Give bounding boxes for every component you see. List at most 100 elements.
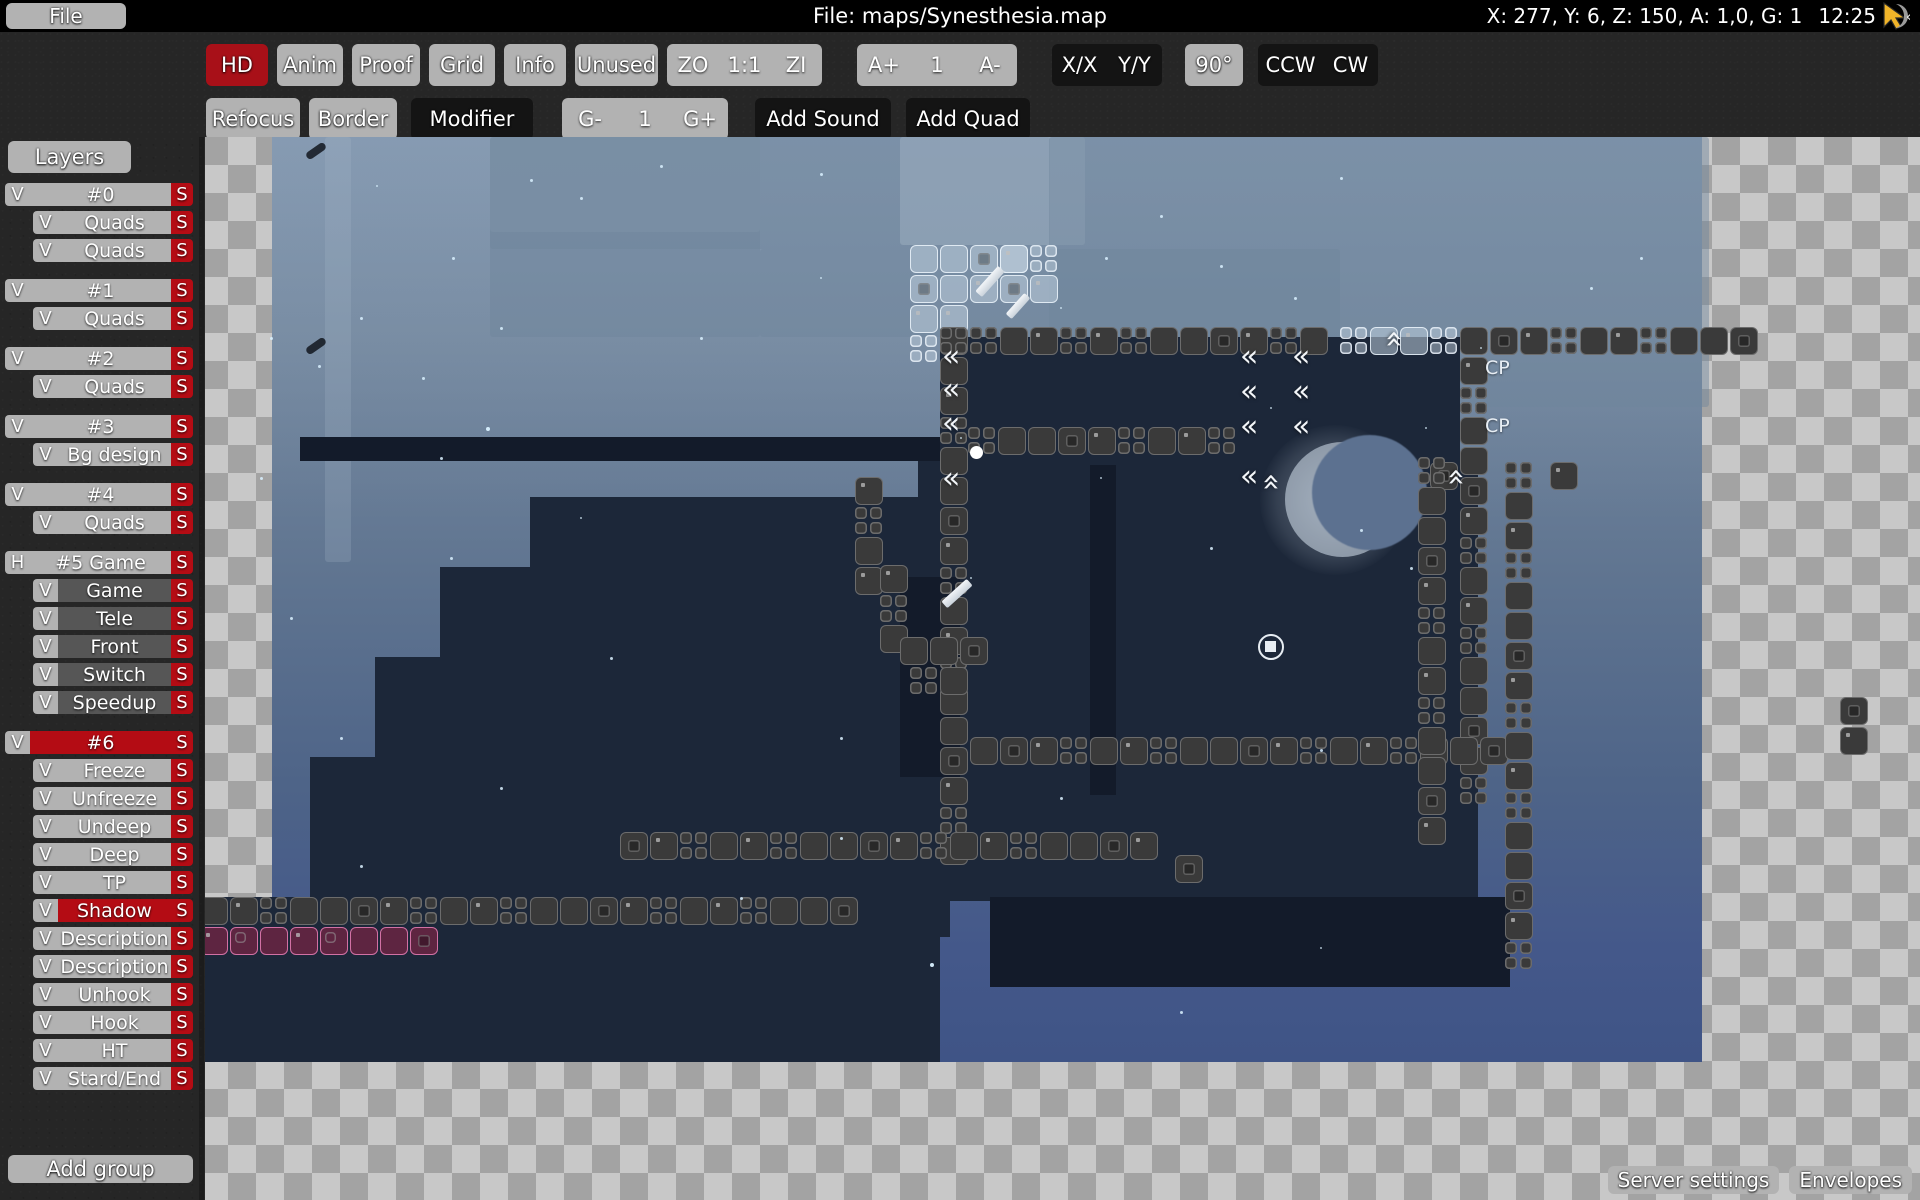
layer-name[interactable]: Speedup [58,691,171,714]
layer-group-row[interactable]: V#2S [0,347,205,370]
grid-toggle-button[interactable]: Grid [429,44,495,86]
layer-name[interactable]: Game [58,579,171,602]
layer-save-toggle[interactable]: S [171,815,193,838]
layer-group-name[interactable]: #0 [30,183,171,206]
visibility-visible-toggle[interactable]: V [33,691,58,714]
layer-name[interactable]: Quads [58,511,171,534]
layer-save-toggle[interactable]: S [171,787,193,810]
layer-name[interactable]: Description [58,927,171,950]
visibility-visible-toggle[interactable]: V [33,443,58,466]
layer-save-toggle[interactable]: S [171,983,193,1006]
add-sound-button[interactable]: Add Sound [755,98,891,140]
layer-name[interactable]: Front [58,635,171,658]
layer-row[interactable]: VQuadsS [0,307,205,330]
layer-name[interactable]: Freeze [58,759,171,782]
visibility-visible-toggle[interactable]: V [33,375,58,398]
grid-increase-button[interactable]: G+ [672,98,728,140]
hd-toggle-button[interactable]: HD [206,44,268,86]
visibility-visible-toggle[interactable]: V [33,787,58,810]
layer-name[interactable]: Unhook [58,983,171,1006]
layer-name[interactable]: Quads [58,375,171,398]
rotation-angle-value[interactable]: 90° [1185,44,1243,86]
border-button[interactable]: Border [309,98,397,140]
layer-save-toggle[interactable]: S [171,511,193,534]
layer-row[interactable]: VHTS [0,1039,205,1062]
layer-name[interactable]: Switch [58,663,171,686]
layer-name[interactable]: Tele [58,607,171,630]
layer-save-toggle[interactable]: S [171,375,193,398]
layer-name[interactable]: Bg design [58,443,171,466]
file-menu-button[interactable]: File [6,3,126,29]
layer-save-toggle[interactable]: S [171,1039,193,1062]
visibility-visible-toggle[interactable]: V [33,983,58,1006]
layer-row[interactable]: VQuadsS [0,375,205,398]
layer-group-name[interactable]: #6 [30,731,171,754]
layer-save-toggle[interactable]: S [171,183,193,206]
layer-group-row[interactable]: V#3S [0,415,205,438]
layer-row[interactable]: VUnhookS [0,983,205,1006]
layer-group-row[interactable]: V#1S [0,279,205,302]
layer-row[interactable]: VBg designS [0,443,205,466]
visibility-visible-toggle[interactable]: V [33,607,58,630]
layer-save-toggle[interactable]: S [171,279,193,302]
zoom-in-button[interactable]: ZI [770,44,822,86]
layer-name[interactable]: Unfreeze [58,787,171,810]
layer-save-toggle[interactable]: S [171,691,193,714]
visibility-visible-toggle[interactable]: V [5,415,30,438]
layer-group-name[interactable]: #3 [30,415,171,438]
layer-save-toggle[interactable]: S [171,443,193,466]
layer-name[interactable]: Stard/End [58,1067,171,1090]
layer-row[interactable]: VShadowS [0,899,205,922]
visibility-visible-toggle[interactable]: V [33,211,58,234]
server-settings-button[interactable]: Server settings [1608,1166,1780,1194]
layer-row[interactable]: VDeepS [0,843,205,866]
anim-toggle-button[interactable]: Anim [277,44,343,86]
layer-save-toggle[interactable]: S [171,347,193,370]
layer-row[interactable]: VDescriptionS [0,955,205,978]
layer-save-toggle[interactable]: S [171,663,193,686]
layer-row[interactable]: VSpeedupS [0,691,205,714]
visibility-visible-toggle[interactable]: V [33,579,58,602]
layer-save-toggle[interactable]: S [171,927,193,950]
visibility-visible-toggle[interactable]: V [33,1039,58,1062]
layer-save-toggle[interactable]: S [171,1067,193,1090]
visibility-visible-toggle[interactable]: V [5,731,30,754]
layer-name[interactable]: Description [58,955,171,978]
layer-row[interactable]: VTPS [0,871,205,894]
add-group-button[interactable]: Add group [8,1155,193,1183]
info-toggle-button[interactable]: Info [504,44,566,86]
layer-save-toggle[interactable]: S [171,415,193,438]
layer-row[interactable]: VGameS [0,579,205,602]
layer-save-toggle[interactable]: S [171,731,193,754]
layer-group-name[interactable]: #2 [30,347,171,370]
layer-row[interactable]: VTeleS [0,607,205,630]
visibility-visible-toggle[interactable]: V [33,239,58,262]
layer-name[interactable]: HT [58,1039,171,1062]
layer-group-name[interactable]: #5 Game [30,551,171,574]
map-canvas[interactable]: « « « « « « « « « « « « « « CP CP [200,137,1920,1200]
layer-name[interactable]: TP [58,871,171,894]
layer-group-row[interactable]: V#6S [0,731,205,754]
layer-name[interactable]: Quads [58,307,171,330]
visibility-visible-toggle[interactable]: V [33,307,58,330]
layer-save-toggle[interactable]: S [171,759,193,782]
visibility-visible-toggle[interactable]: V [33,1067,58,1090]
visibility-visible-toggle[interactable]: V [33,635,58,658]
layer-row[interactable]: VQuadsS [0,239,205,262]
modifier-button[interactable]: Modifier [411,98,533,140]
layer-save-toggle[interactable]: S [171,307,193,330]
visibility-visible-toggle[interactable]: V [33,955,58,978]
layer-row[interactable]: VStard/EndS [0,1067,205,1090]
unused-toggle-button[interactable]: Unused [575,44,658,86]
rotate-ccw-button[interactable]: CCW [1258,44,1323,86]
layer-row[interactable]: VFrontS [0,635,205,658]
visibility-hidden-toggle[interactable]: H [5,551,30,574]
refocus-button[interactable]: Refocus [206,98,300,140]
envelopes-button[interactable]: Envelopes [1789,1166,1912,1194]
layer-group-row[interactable]: H#5 GameS [0,551,205,574]
layer-save-toggle[interactable]: S [171,1011,193,1034]
layer-name[interactable]: Deep [58,843,171,866]
zoom-out-button[interactable]: ZO [667,44,719,86]
layer-row[interactable]: VFreezeS [0,759,205,782]
layer-save-toggle[interactable]: S [171,239,193,262]
